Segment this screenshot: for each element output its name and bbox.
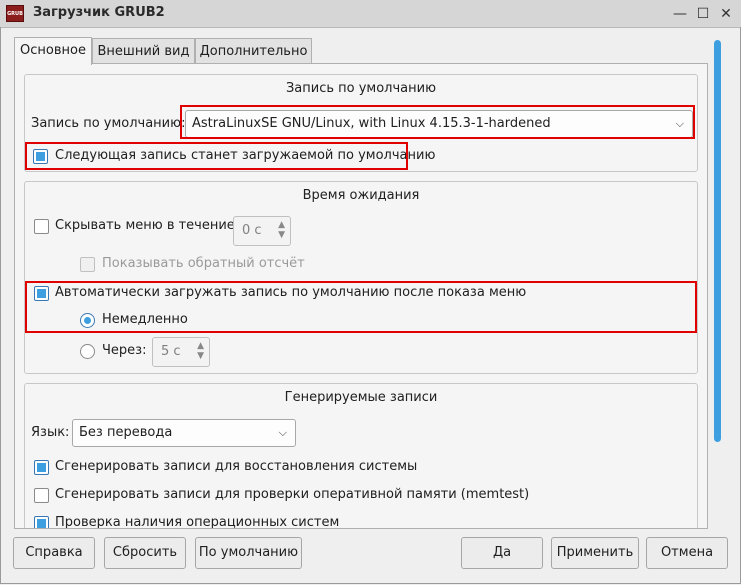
default-entry-group: Запись по умолчанию Запись по умолчанию:… xyxy=(24,74,698,172)
tab-panel: Запись по умолчанию Запись по умолчанию:… xyxy=(14,63,708,529)
countdown-label: Показывать обратный отсчёт xyxy=(102,256,305,271)
recovery-label: Сгенерировать записи для восстановления … xyxy=(55,459,418,474)
next-entry-label: Следующая запись станет загружаемой по у… xyxy=(55,148,436,163)
hide-menu-checkbox[interactable] xyxy=(34,219,49,234)
hide-menu-spin-value: 0 с xyxy=(242,223,262,238)
tab-general[interactable]: Основное xyxy=(14,37,92,65)
language-combo-value: Без перевода xyxy=(79,425,173,440)
defaults-button[interactable]: По умолчанию xyxy=(195,537,302,569)
ok-button[interactable]: Да xyxy=(461,537,543,569)
close-button[interactable]: ✕ xyxy=(716,4,736,24)
maximize-button[interactable]: ☐ xyxy=(693,4,713,24)
cancel-button[interactable]: Отмена xyxy=(646,537,728,569)
memtest-checkbox[interactable] xyxy=(34,488,49,503)
default-entry-combo[interactable]: AstraLinuxSE GNU/Linux, with Linux 4.15.… xyxy=(185,110,693,138)
window-title: Загрузчик GRUB2 xyxy=(33,5,165,20)
apply-button[interactable]: Применить xyxy=(551,537,639,569)
default-entry-group-title: Запись по умолчанию xyxy=(285,81,437,96)
auto-boot-label: Автоматически загружать запись по умолча… xyxy=(55,285,527,300)
generated-entries-group-title: Генерируемые записи xyxy=(284,390,438,405)
generated-entries-group: Генерируемые записи Язык: Без перевода ⌵… xyxy=(24,383,698,529)
countdown-checkbox[interactable] xyxy=(80,257,95,272)
language-label: Язык: xyxy=(31,425,70,440)
tab-appearance[interactable]: Внешний вид xyxy=(92,38,195,64)
chevron-down-icon: ⌵ xyxy=(278,426,287,439)
scrollbar[interactable] xyxy=(714,40,721,442)
recovery-checkbox[interactable] xyxy=(34,460,49,475)
after-label: Через: xyxy=(102,343,147,358)
title-bar: GRUB Загрузчик GRUB2 — ☐ ✕ xyxy=(0,0,741,28)
chevron-down-icon: ⌵ xyxy=(675,117,684,130)
reset-button[interactable]: Сбросить xyxy=(104,537,186,569)
memtest-label: Сгенерировать записи для проверки операт… xyxy=(55,487,530,502)
timeout-group: Время ожидания Скрывать меню в течение: … xyxy=(24,181,698,374)
minimize-button[interactable]: — xyxy=(670,4,690,24)
timeout-group-title: Время ожидания xyxy=(302,188,420,203)
immediately-radio[interactable] xyxy=(80,313,95,328)
os-prober-checkbox[interactable] xyxy=(34,516,49,528)
immediately-label: Немедленно xyxy=(102,312,188,327)
auto-boot-checkbox[interactable] xyxy=(34,286,49,301)
grub-app-icon: GRUB xyxy=(6,5,24,22)
spin-up-down-icon[interactable]: ▲ ▼ xyxy=(197,341,204,361)
hide-menu-spinbox[interactable]: 0 с ▲ ▼ xyxy=(233,216,291,246)
language-combo[interactable]: Без перевода ⌵ xyxy=(72,419,296,447)
default-entry-label: Запись по умолчанию: xyxy=(31,116,186,131)
after-spin-value: 5 с xyxy=(161,344,181,359)
after-radio[interactable] xyxy=(80,344,95,359)
hide-menu-label: Скрывать меню в течение: xyxy=(55,218,240,233)
os-prober-label: Проверка наличия операционных систем xyxy=(55,515,340,529)
next-entry-checkbox[interactable] xyxy=(33,149,48,164)
spin-up-down-icon[interactable]: ▲ ▼ xyxy=(278,220,285,240)
after-spinbox[interactable]: 5 с ▲ ▼ xyxy=(152,337,210,367)
help-button[interactable]: Справка xyxy=(13,537,95,569)
tab-advanced[interactable]: Дополнительно xyxy=(195,38,312,64)
default-entry-combo-value: AstraLinuxSE GNU/Linux, with Linux 4.15.… xyxy=(192,116,551,131)
